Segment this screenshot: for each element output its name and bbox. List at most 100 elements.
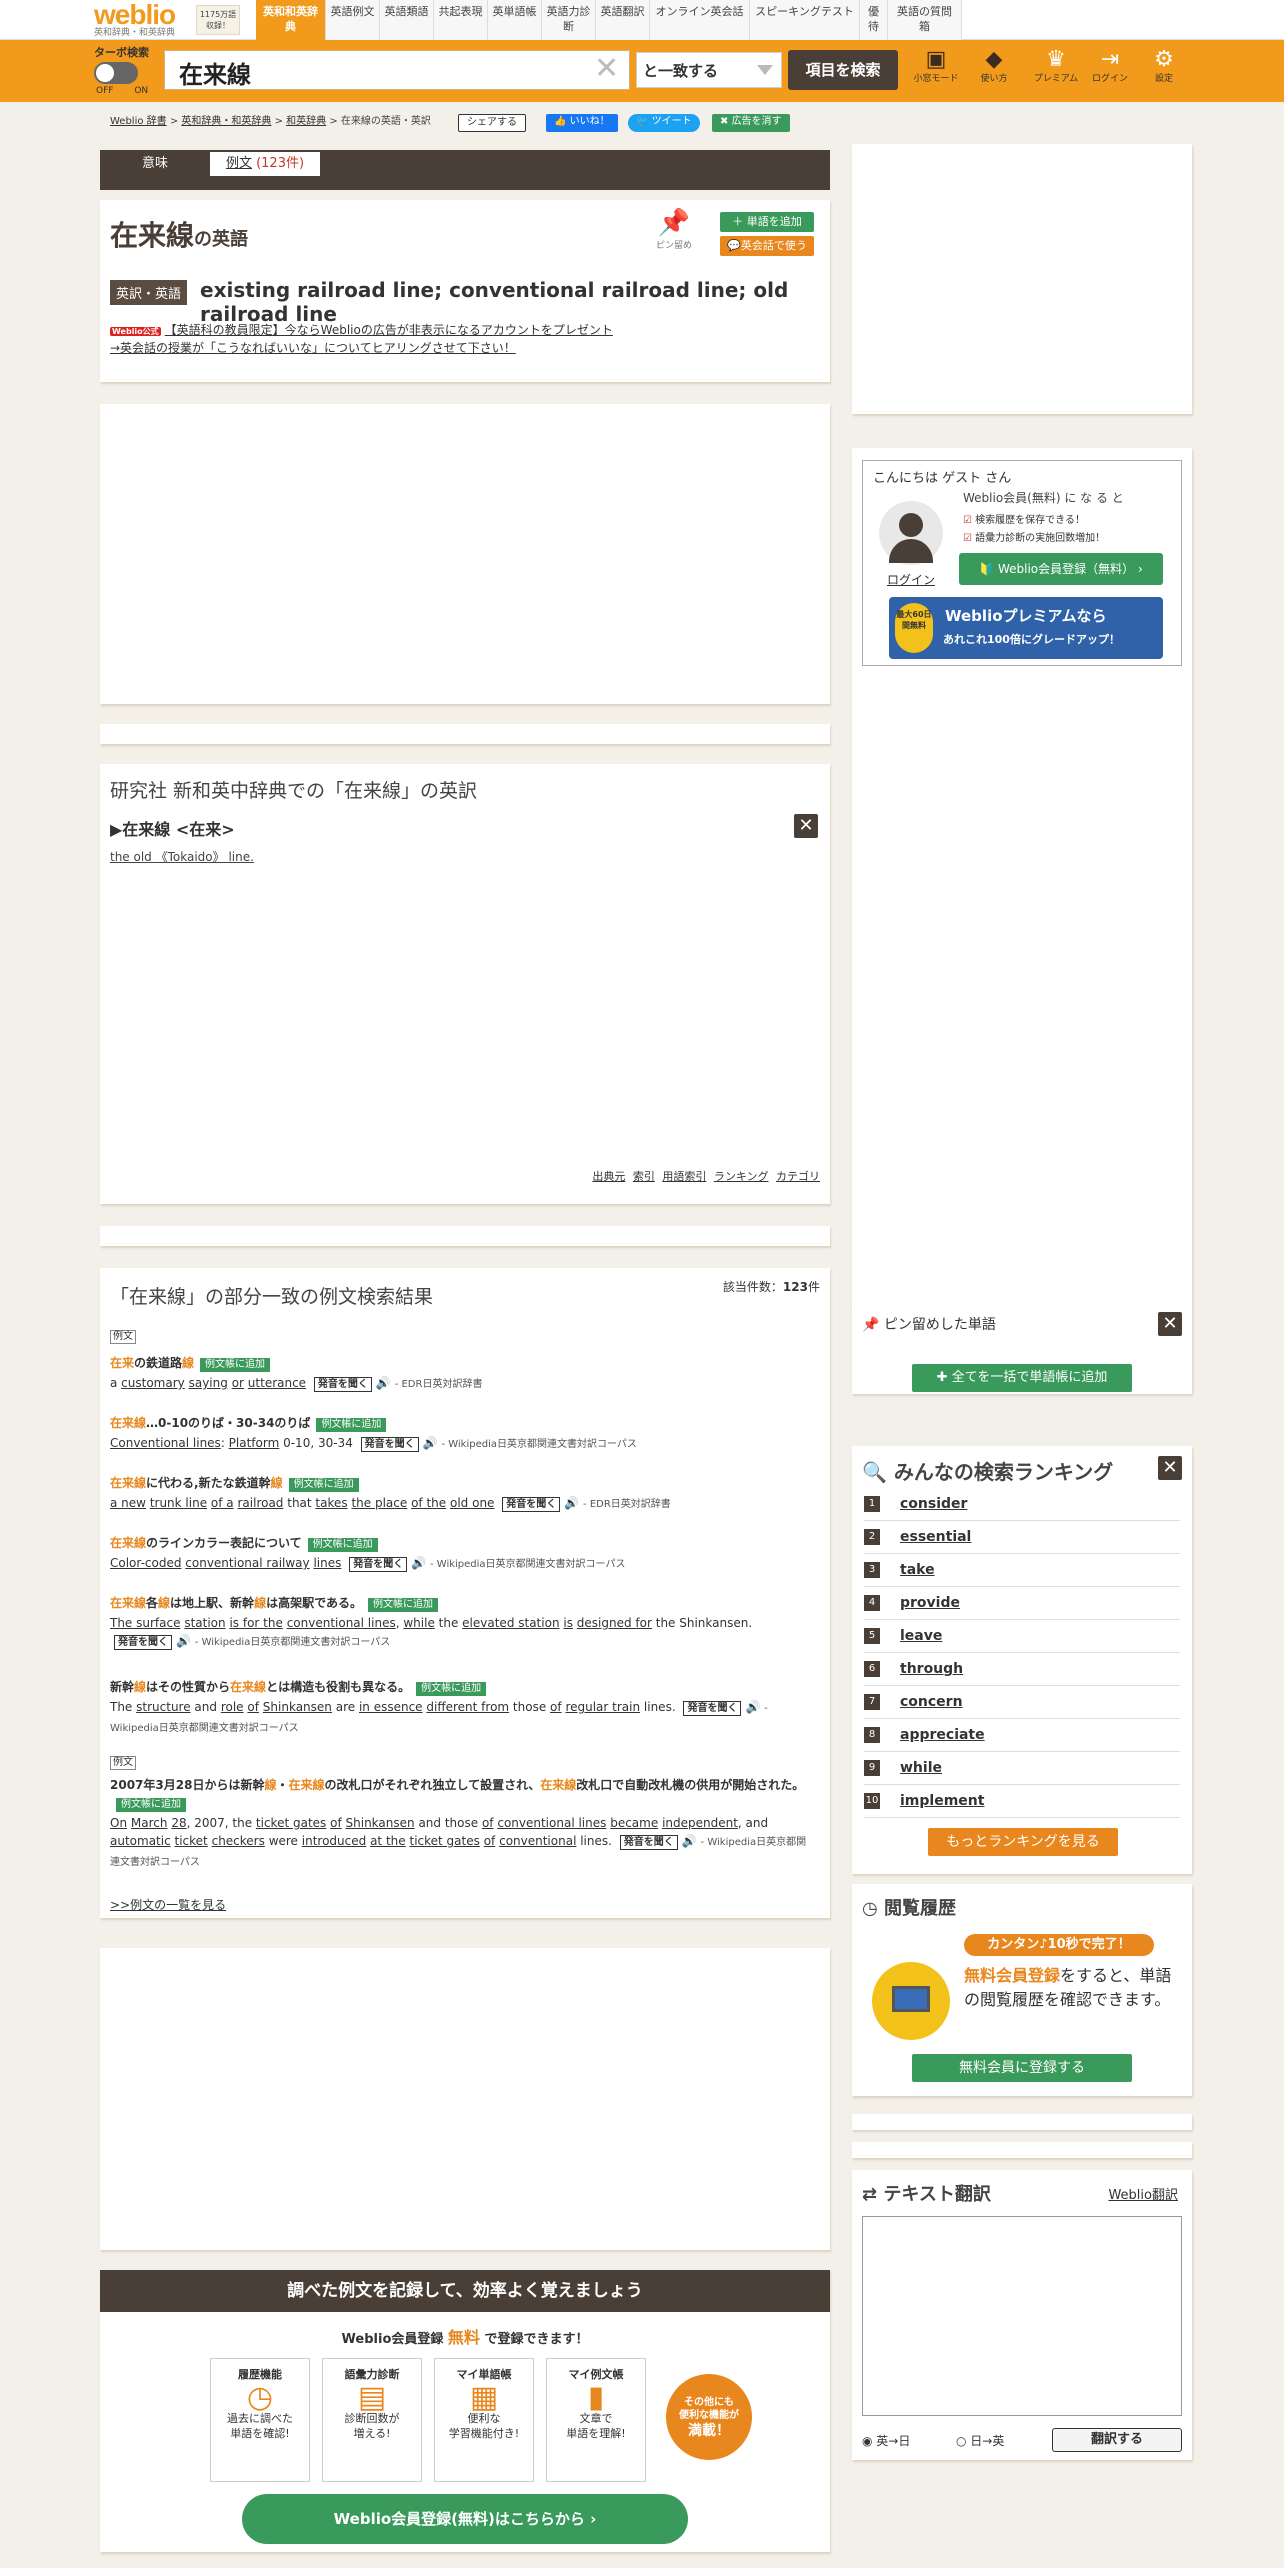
avatar-head — [899, 513, 923, 537]
ranking-item[interactable]: 1 consider — [864, 1488, 1180, 1521]
add-all-button[interactable]: ✚ 全てを一括で単語帳に追加 — [912, 1364, 1132, 1392]
ranking-item[interactable]: 4 provide — [864, 1587, 1180, 1620]
history-panel: ◷ 閲覧履歴 カンタン♪10秒で完了！ 無料会員登録をすると、単語の閲覧履歴を確… — [852, 1884, 1192, 2096]
tab-translate[interactable]: 英語翻訳 — [596, 0, 650, 40]
tab-wordbook[interactable]: 英単語帳 — [488, 0, 542, 40]
add-example-button[interactable]: 例文帳に追加 — [307, 1538, 378, 1552]
clear-icon[interactable]: ✕ — [594, 54, 619, 84]
close-icon[interactable]: ✕ — [1158, 1312, 1182, 1336]
ranking-item[interactable]: 6 through — [864, 1653, 1180, 1686]
hear-button[interactable]: 発音を聞く — [313, 1377, 372, 1392]
tab-meaning[interactable]: 意味 — [100, 152, 210, 176]
hear-button[interactable]: 発音を聞く — [619, 1835, 678, 1850]
book-icon: ◆ — [985, 47, 1003, 72]
speaker-icon[interactable]: 🔊 — [682, 1834, 697, 1848]
ranking-item[interactable]: 7 concern — [864, 1686, 1180, 1719]
tab-vocab-test[interactable]: 英語力診断 — [542, 0, 596, 40]
speaker-icon[interactable]: 🔊 — [176, 1634, 191, 1648]
pin-button[interactable]: 📌 ピン留め — [656, 208, 692, 251]
login-link[interactable]: ログイン — [887, 571, 935, 588]
link-term-index[interactable]: 用語索引 — [662, 1170, 706, 1183]
add-example-button[interactable]: 例文帳に追加 — [416, 1682, 487, 1696]
rank-word: concern — [900, 1694, 963, 1710]
register-cta-button[interactable]: Weblio会員登録(無料)はこちらから › — [242, 2494, 688, 2544]
close-icon[interactable]: ✕ — [794, 814, 818, 838]
ranking-item[interactable]: 9 while — [864, 1752, 1180, 1785]
tab-speaking-test[interactable]: スピーキングテスト — [750, 0, 860, 40]
breadcrumb-item[interactable]: Weblio 辞書 — [110, 116, 167, 127]
speaker-icon[interactable]: 🔊 — [564, 1496, 579, 1510]
premium-button[interactable]: ♛ プレミアム — [1030, 46, 1082, 84]
hear-button[interactable]: 発音を聞く — [360, 1437, 419, 1452]
add-word-button[interactable]: ＋ 単語を追加 — [720, 212, 814, 232]
tab-yutai[interactable]: 優待 — [860, 0, 888, 40]
link-ranking[interactable]: ランキング — [714, 1170, 769, 1183]
breadcrumb-item[interactable]: 英和辞典・和英辞典 — [181, 116, 271, 127]
add-example-button[interactable]: 例文帳に追加 — [116, 1798, 186, 1812]
breadcrumb-item[interactable]: 和英辞典 — [286, 116, 326, 127]
promo[interactable]: Weblio公式 【英語科の教員限定】今ならWeblioの広告が非表示になるアカウ… — [110, 322, 613, 357]
login-button[interactable]: ⇥ ログイン — [1084, 46, 1136, 84]
examples-count: (123件) — [256, 156, 305, 171]
example-jp: 在来の鉄道路線 例文帳に追加 — [110, 1354, 816, 1372]
tab-qa[interactable]: 英語の質問箱 — [888, 0, 962, 40]
add-example-button[interactable]: 例文帳に追加 — [367, 1598, 438, 1612]
register-button[interactable]: 🔰 Weblio会員登録（無料） › — [959, 553, 1163, 585]
close-icon[interactable]: ✕ — [1158, 1456, 1182, 1480]
translate-textarea[interactable] — [862, 2216, 1182, 2416]
promo-line1[interactable]: 【英語科の教員限定】今ならWeblioの広告が非表示になるアカウントをプレゼント — [165, 323, 613, 337]
ranking-item[interactable]: 5 leave — [864, 1620, 1180, 1653]
speaker-icon[interactable]: 🔊 — [411, 1556, 426, 1570]
radio-je-label: 日→英 — [970, 2434, 1005, 2448]
example-jp: 新幹線はその性質から在来線とは構造も役割も異なる。 例文帳に追加 — [110, 1678, 816, 1696]
hear-button[interactable]: 発音を聞く — [502, 1497, 561, 1512]
tab-thesaurus[interactable]: 英語類語 — [380, 0, 434, 40]
ranking-item[interactable]: 10 implement — [864, 1785, 1180, 1818]
tab-ejje[interactable]: 英和和英辞典 — [256, 0, 326, 40]
ranking-item[interactable]: 2 essential — [864, 1521, 1180, 1554]
like-button[interactable]: 👍 いいね！ — [546, 114, 618, 132]
more-examples-link[interactable]: >>例文の一覧を見る — [110, 1896, 226, 1913]
tab-examples[interactable]: 英語例文 — [326, 0, 380, 40]
hear-button[interactable]: 発音を聞く — [683, 1701, 742, 1716]
add-example-button[interactable]: 例文帳に追加 — [288, 1478, 359, 1492]
radio-je[interactable]: ○ 日→英 — [956, 2432, 1004, 2449]
link-source[interactable]: 出典元 — [592, 1170, 625, 1183]
add-example-button[interactable]: 例文帳に追加 — [316, 1418, 387, 1432]
ranking-item[interactable]: 8 appreciate — [864, 1719, 1180, 1752]
tab-online-eikaiwa[interactable]: オンライン英会話 — [650, 0, 750, 40]
link-category[interactable]: カテゴリ — [776, 1170, 820, 1183]
hear-button[interactable]: 発音を聞く — [349, 1557, 408, 1572]
conversation-button[interactable]: 💬英会話で使う — [720, 236, 814, 256]
translate-button[interactable]: 翻訳する — [1052, 2428, 1182, 2452]
add-example-button[interactable]: 例文帳に追加 — [200, 1358, 271, 1372]
speaker-icon[interactable]: 🔊 — [745, 1700, 760, 1714]
howto-button[interactable]: ◆ 使い方 — [968, 46, 1020, 84]
match-mode-select[interactable]: と一致する — [636, 52, 782, 88]
ranking-more-button[interactable]: もっとランキングを見る — [928, 1828, 1118, 1856]
search-button[interactable]: 項目を検索 — [788, 50, 898, 90]
search-input[interactable]: 在来線 — [164, 50, 630, 90]
premium-banner[interactable]: 最大60日間無料 Weblioプレミアムなら あれこれ100倍にグレードアップ！ — [889, 597, 1163, 659]
tab-examples-count[interactable]: 例文 (123件) — [210, 152, 320, 176]
link-index[interactable]: 索引 — [633, 1170, 655, 1183]
mobile-mode-button[interactable]: ▣ 小窓モード — [910, 46, 962, 84]
on-label: ON — [134, 86, 149, 96]
like-label: いいね！ — [569, 116, 610, 127]
weblio-logo[interactable]: weblio 英和辞典・和英辞典 — [94, 1, 194, 39]
weblio-translate-link[interactable]: Weblio翻訳 — [1108, 2184, 1178, 2203]
rank-word: while — [900, 1760, 942, 1776]
share-button[interactable]: シェアする — [458, 114, 526, 132]
promo-line2[interactable]: →英会話の授業が「こうなればいいな」についてヒアリングさせて下さい！ — [110, 341, 516, 355]
radio-ej[interactable]: ◉ 英→日 — [862, 2432, 910, 2449]
tweet-button[interactable]: 🐦 ツイート — [628, 114, 700, 132]
settings-button[interactable]: ⚙ 設定 — [1138, 46, 1190, 84]
ranking-item[interactable]: 3 take — [864, 1554, 1180, 1587]
turbo-toggle[interactable] — [94, 62, 138, 84]
speaker-icon[interactable]: 🔊 — [376, 1376, 391, 1390]
hear-button[interactable]: 発音を聞く — [114, 1635, 172, 1650]
speaker-icon[interactable]: 🔊 — [423, 1436, 438, 1450]
remove-ads-button[interactable]: ✖ 広告を消す — [712, 114, 790, 132]
tab-collocation[interactable]: 共起表現 — [434, 0, 488, 40]
history-register-button[interactable]: 無料会員に登録する — [912, 2054, 1132, 2082]
